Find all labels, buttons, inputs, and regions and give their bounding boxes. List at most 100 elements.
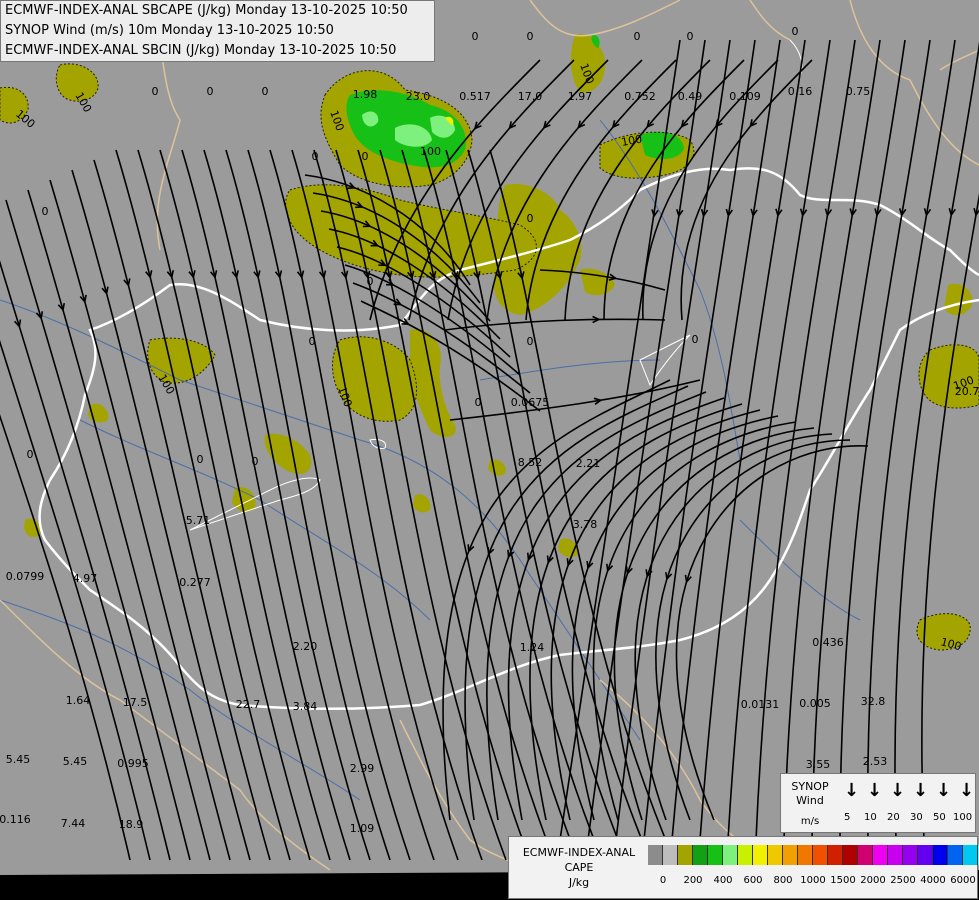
wind-legend-arrow-icon: ↓ bbox=[936, 780, 952, 801]
station-value: 0 bbox=[362, 150, 369, 163]
cape-legend-title-line2: CAPE bbox=[564, 861, 594, 874]
header-cape-title: ECMWF-INDEX-ANAL SBCAPE (J/kg) Monday 13… bbox=[5, 3, 408, 18]
cape-legend-tick: 200 bbox=[683, 875, 703, 886]
station-value: 0 bbox=[475, 396, 482, 409]
station-value: 2.20 bbox=[293, 640, 318, 653]
station-value: 0 bbox=[252, 455, 259, 468]
cape-legend-swatch bbox=[888, 845, 903, 865]
station-value: 0 bbox=[792, 25, 799, 38]
cape-legend-tick: 2000 bbox=[860, 875, 886, 886]
wind-legend-speed: 20 bbox=[887, 812, 900, 823]
cape-legend-swatch bbox=[723, 845, 738, 865]
station-value: 2.99 bbox=[350, 762, 375, 775]
cape-legend-tick: 4000 bbox=[920, 875, 946, 886]
cape-legend-tick: 0 bbox=[659, 875, 667, 886]
cape-legend-title: ECMWF-INDEX-ANAL CAPE J/kg bbox=[511, 845, 647, 890]
station-value: 5.71 bbox=[186, 514, 211, 527]
cape-legend-swatch bbox=[843, 845, 858, 865]
station-value: 1.24 bbox=[520, 641, 545, 654]
wind-legend-speed: 50 bbox=[933, 812, 946, 823]
station-value: 2.21 bbox=[576, 457, 601, 470]
station-value: 0.49 bbox=[678, 90, 703, 103]
cape-legend-swatch bbox=[933, 845, 948, 865]
cape-legend-swatch bbox=[678, 845, 693, 865]
map-header: ECMWF-INDEX-ANAL SBCAPE (J/kg) Monday 13… bbox=[0, 0, 435, 62]
station-value: 1.98 bbox=[353, 88, 378, 101]
wind-legend-title-line1: SYNOP bbox=[791, 780, 829, 793]
cape-legend-swatch bbox=[663, 845, 678, 865]
wind-legend-arrow-icon: ↓ bbox=[844, 780, 860, 801]
cape-legend-swatch bbox=[783, 845, 798, 865]
station-value: 32.8 bbox=[861, 695, 886, 708]
wind-legend-units: m/s bbox=[800, 816, 820, 827]
wind-legend-title-line2: Wind bbox=[796, 794, 824, 807]
cape-legend-swatch bbox=[708, 845, 723, 865]
wind-legend-speed: 10 bbox=[864, 812, 877, 823]
cape-legend-swatch bbox=[873, 845, 888, 865]
wind-legend-arrow-icon: ↓ bbox=[890, 780, 906, 801]
cape-legend-swatch bbox=[858, 845, 873, 865]
station-value: 0 bbox=[152, 85, 159, 98]
station-value: 0 bbox=[207, 85, 214, 98]
station-value: 0 bbox=[527, 30, 534, 43]
weather-map: 0 0 0 0 0 0 0 0 0 0 0 0 0 0 0 0 0 0 0 0 0.0675 8.52 2.21 5.71 3.… bbox=[0, 0, 979, 900]
station-value: 0 bbox=[42, 205, 49, 218]
cape-legend-swatch bbox=[648, 845, 663, 865]
cape-legend-tick: 1000 bbox=[800, 875, 826, 886]
wind-legend-speed: 30 bbox=[910, 812, 923, 823]
station-value: 7.44 bbox=[61, 817, 86, 830]
cape-legend-swatch bbox=[768, 845, 783, 865]
wind-legend: SYNOP Wind m/s ↓ 5 ↓ 10 ↓ 20 ↓ 30 ↓ 50 ↓ 100 bbox=[780, 773, 976, 833]
station-value: 1.97 bbox=[568, 90, 593, 103]
cape-legend-swatch bbox=[753, 845, 768, 865]
station-value: 0 bbox=[527, 212, 534, 225]
station-value: 0.0799 bbox=[6, 570, 45, 583]
station-value: 5.45 bbox=[6, 753, 31, 766]
station-value: 0.0675 bbox=[511, 396, 550, 409]
station-value: 0 bbox=[472, 30, 479, 43]
station-value: 0.995 bbox=[117, 757, 149, 770]
station-value: 0.277 bbox=[179, 576, 211, 589]
station-value: 3.78 bbox=[573, 518, 598, 531]
station-value: 1.09 bbox=[350, 822, 375, 835]
wind-legend-speed: 5 bbox=[844, 812, 851, 823]
wind-legend-title: SYNOP Wind bbox=[781, 780, 839, 808]
station-value: 0 bbox=[309, 335, 316, 348]
station-value: 1.64 bbox=[66, 694, 91, 707]
station-value: 2.53 bbox=[863, 755, 888, 768]
station-value: 5.45 bbox=[63, 755, 88, 768]
cape-legend-swatch bbox=[738, 845, 753, 865]
wind-legend-arrow-icon: ↓ bbox=[959, 780, 975, 801]
station-value: 0.109 bbox=[729, 90, 761, 103]
station-value: 3.55 bbox=[806, 758, 831, 771]
station-value: 0 bbox=[692, 333, 699, 346]
cape-legend-title-line1: ECMWF-INDEX-ANAL bbox=[522, 846, 636, 859]
cape-legend-swatch bbox=[948, 845, 963, 865]
header-cin-title: ECMWF-INDEX-ANAL SBCIN (J/kg) Monday 13-… bbox=[5, 43, 397, 58]
station-value: 8.52 bbox=[518, 456, 543, 469]
station-value: 22.7 bbox=[236, 698, 261, 711]
cape-legend-swatch bbox=[693, 845, 708, 865]
cape-legend-tick: 1500 bbox=[830, 875, 856, 886]
cape-legend-ticks: 0 200 400 600 800 1000 1500 2000 2500 4000 6000 bbox=[648, 875, 978, 889]
wind-legend-arrows: ↓ 5 ↓ 10 ↓ 20 ↓ 30 ↓ 50 ↓ 100 bbox=[839, 780, 975, 830]
station-value: 0 bbox=[634, 30, 641, 43]
cape-legend-tick: 600 bbox=[743, 875, 763, 886]
station-value: 0.116 bbox=[0, 813, 31, 826]
station-value: 0.16 bbox=[788, 85, 813, 98]
station-value: 0 bbox=[367, 275, 374, 288]
cape-legend-swatch bbox=[798, 845, 813, 865]
station-value: 0 bbox=[687, 30, 694, 43]
cape-legend-swatch bbox=[828, 845, 843, 865]
station-value: 0 bbox=[312, 150, 319, 163]
station-value: 0 bbox=[527, 335, 534, 348]
cape-legend-tick: 800 bbox=[773, 875, 793, 886]
cape-legend-units: J/kg bbox=[568, 876, 590, 889]
cape-legend-swatch bbox=[963, 845, 978, 865]
station-value: 0 bbox=[197, 453, 204, 466]
station-value: 17.5 bbox=[123, 696, 148, 709]
wind-legend-arrow-icon: ↓ bbox=[867, 780, 883, 801]
wind-legend-arrow-icon: ↓ bbox=[913, 780, 929, 801]
station-value: 17.0 bbox=[518, 90, 543, 103]
cape-legend: ECMWF-INDEX-ANAL CAPE J/kg 0 200 400 600 800… bbox=[508, 836, 979, 899]
